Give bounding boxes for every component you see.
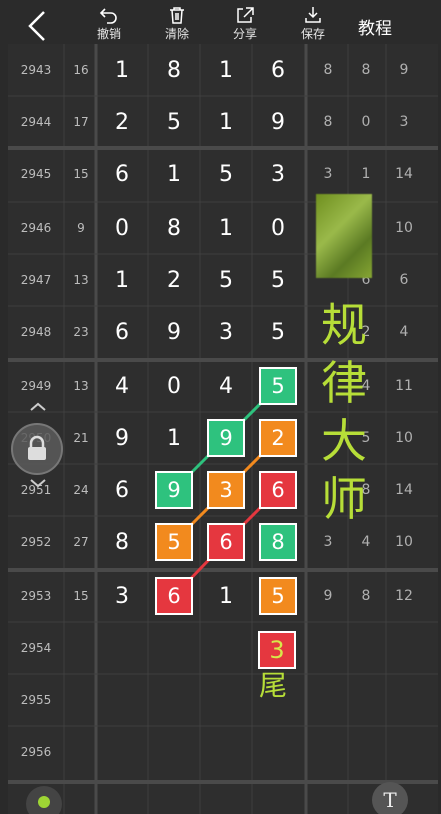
top-toolbar: 撤销 清除 分享 保存 教程: [0, 0, 441, 50]
highlight-cell[interactable]: 2: [252, 412, 304, 464]
highlight-box: 6: [207, 523, 245, 561]
highlight-cell[interactable]: 8: [252, 516, 304, 568]
draw-grid[interactable]: 2943 16 1 8 1 6 8 8 9 2944 17 2 5 1 9 8 0 3 2945 15 6 1 5 3 3 1 14…: [8, 44, 438, 814]
chevron-up-icon[interactable]: [26, 400, 50, 412]
highlight-box: 8: [259, 523, 297, 561]
highlight-box: 2: [259, 419, 297, 457]
clear-button[interactable]: 清除: [152, 6, 202, 46]
clear-label: 清除: [164, 27, 189, 41]
share-button[interactable]: 分享: [220, 6, 270, 46]
highlight-box: 9: [207, 419, 245, 457]
color-dot: [38, 796, 50, 808]
highlight-cell[interactable]: 3: [200, 464, 252, 516]
undo-button[interactable]: 撤销: [84, 6, 134, 46]
highlight-cell[interactable]: 5: [148, 516, 200, 568]
blurred-logo: [316, 194, 372, 278]
color-picker-button[interactable]: [26, 786, 62, 814]
highlight-cell[interactable]: 9: [148, 464, 200, 516]
chevron-down-icon[interactable]: [26, 478, 50, 490]
highlight-box: 6: [259, 471, 297, 509]
text-tool-button[interactable]: T: [372, 782, 408, 814]
save-button[interactable]: 保存: [288, 6, 338, 46]
lock-icon: [28, 416, 46, 460]
highlight-box: 3: [207, 471, 245, 509]
trash-icon: [170, 7, 184, 24]
highlight-cell[interactable]: 5: [252, 570, 304, 622]
share-icon: [237, 7, 254, 23]
highlight-box: 9: [155, 471, 193, 509]
share-label: 分享: [232, 27, 257, 41]
save-label: 保存: [300, 27, 325, 41]
highlight-box: 5: [259, 367, 297, 405]
highlight-cell[interactable]: 9: [200, 412, 252, 464]
highlight-cell[interactable]: 5: [252, 360, 304, 412]
highlight-box: 5: [259, 577, 297, 615]
highlight-box: 5: [155, 523, 193, 561]
highlight-cell[interactable]: 6: [252, 464, 304, 516]
highlight-cell[interactable]: 6: [200, 516, 252, 568]
highlight-box: 6: [155, 577, 193, 615]
highlight-cell[interactable]: 6: [148, 570, 200, 622]
back-icon[interactable]: [22, 8, 56, 44]
tutorial-link[interactable]: 教程: [358, 14, 392, 39]
undo-label: 撤销: [96, 27, 121, 41]
tail-label: 尾: [259, 669, 288, 702]
lock-button[interactable]: [11, 416, 63, 475]
undo-icon: [99, 8, 117, 24]
download-icon: [305, 7, 321, 23]
watermark-text: 规律大师: [321, 298, 367, 526]
